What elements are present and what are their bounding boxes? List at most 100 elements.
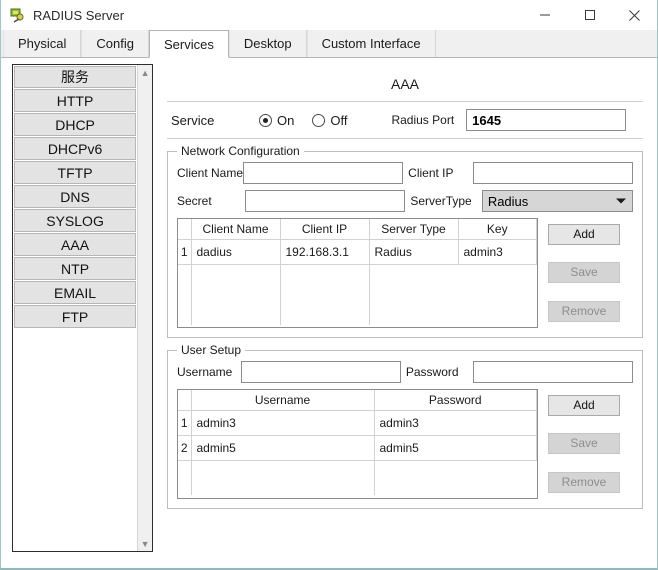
table-row[interactable]: 1 admin3 admin3 [178,411,537,436]
service-label: Service [167,113,259,128]
col-server-type: Server Type [369,219,458,240]
cell-password: admin5 [374,436,537,461]
aaa-panel: AAA Service On Off Radius Port Network C… [167,64,643,556]
user-setup-group: User Setup Username Password Us [167,350,643,509]
client-name-label: Client Name [177,166,243,180]
cell-empty [191,265,280,326]
col-username: Username [191,390,374,411]
row-index: 2 [178,436,191,461]
user-accounts-grid: Username Password 1 admin3 admin3 2 admi… [178,390,537,495]
server-type-value: Radius [488,194,528,209]
table-empty-row [178,461,537,496]
client-name-input[interactable] [243,162,403,184]
sidebar-item-dhcp[interactable]: DHCP [14,113,136,136]
row-index: 1 [178,411,191,436]
network-save-button[interactable]: Save [548,262,620,283]
user-table-buttons: Add Save Remove [548,389,620,493]
network-clients-grid: Client Name Client IP Server Type Key 1 … [178,219,537,325]
col-client-name: Client Name [191,219,280,240]
secret-label: Secret [177,194,245,208]
network-configuration-legend: Network Configuration [177,144,304,158]
service-on-option[interactable]: On [259,113,294,128]
client-ip-label: Client IP [408,166,473,180]
radius-port-input[interactable] [466,109,626,131]
password-label: Password [406,365,473,379]
window-controls [522,0,657,30]
radio-off-icon[interactable] [312,114,325,127]
sidebar-item-ntp[interactable]: NTP [14,257,136,280]
sidebar-scrollbar[interactable]: ▲ ▼ [137,65,152,551]
cell-empty [191,461,374,496]
user-add-button[interactable]: Add [548,395,620,416]
user-remove-button[interactable]: Remove [548,472,620,493]
service-off-option[interactable]: Off [312,113,347,128]
table-row[interactable]: 1 dadius 192.168.3.1 Radius admin3 [178,240,537,265]
radius-port-label: Radius Port [391,113,454,127]
services-list: 服务 HTTP DHCP DHCPv6 TFTP DNS SYSLOG AAA … [13,65,137,551]
cell-password: admin3 [374,411,537,436]
sidebar-item-dhcpv6[interactable]: DHCPv6 [14,137,136,160]
sidebar-item-http[interactable]: HTTP [14,89,136,112]
cell-client-name: dadius [191,240,280,265]
table-header-row: Client Name Client IP Server Type Key [178,219,537,240]
cell-username: admin3 [191,411,374,436]
service-on-label: On [277,113,294,128]
network-table-buttons: Add Save Remove [548,218,620,322]
network-remove-button[interactable]: Remove [548,301,620,322]
sidebar-item-ftp[interactable]: FTP [14,305,136,328]
network-clients-table[interactable]: Client Name Client IP Server Type Key 1 … [177,218,538,328]
cell-username: admin5 [191,436,374,461]
cell-key: admin3 [458,240,537,265]
col-password: Password [374,390,537,411]
server-type-label: ServerType [410,194,481,208]
user-accounts-table[interactable]: Username Password 1 admin3 admin3 2 admi… [177,389,538,499]
server-type-select[interactable]: Radius [482,190,633,212]
tab-desktop[interactable]: Desktop [229,30,307,57]
cell-client-ip: 192.168.3.1 [280,240,369,265]
password-input[interactable] [473,361,633,383]
chevron-down-icon[interactable]: ▼ [138,536,152,551]
row-index: 1 [178,240,191,265]
user-credentials-row: Username Password [177,361,633,383]
chevron-up-icon[interactable]: ▲ [138,65,152,80]
page-title: AAA [167,64,643,102]
secret-row: Secret ServerType Radius [177,190,633,212]
sidebar-item-tftp[interactable]: TFTP [14,161,136,184]
tab-custom-interface[interactable]: Custom Interface [307,30,436,57]
server-app-icon [8,6,26,24]
maximize-icon[interactable] [567,0,612,30]
window-title: RADIUS Server [33,8,124,23]
client-name-row: Client Name Client IP [177,162,633,184]
sidebar-item-email[interactable]: EMAIL [14,281,136,304]
services-list-header: 服务 [14,66,136,88]
table-row[interactable]: 2 admin5 admin5 [178,436,537,461]
row-index-empty [178,265,191,326]
radio-on-icon[interactable] [259,114,272,127]
network-add-button[interactable]: Add [548,224,620,245]
close-icon[interactable] [612,0,657,30]
user-save-button[interactable]: Save [548,433,620,454]
service-row: Service On Off Radius Port [167,102,643,139]
col-key: Key [458,219,537,240]
tab-services[interactable]: Services [149,30,229,58]
username-label: Username [177,365,241,379]
sidebar-item-dns[interactable]: DNS [14,185,136,208]
user-setup-legend: User Setup [177,343,245,357]
user-table-area: Username Password 1 admin3 admin3 2 admi… [177,389,633,499]
cell-empty [280,265,369,326]
chevron-down-icon[interactable] [616,199,626,204]
minimize-icon[interactable] [522,0,567,30]
table-empty-row [178,265,537,326]
radius-server-window: RADIUS Server Physical Config Services D… [0,0,658,570]
tab-physical[interactable]: Physical [3,30,81,57]
tab-config[interactable]: Config [81,30,149,57]
sidebar-item-aaa[interactable]: AAA [14,233,136,256]
sidebar-item-syslog[interactable]: SYSLOG [14,209,136,232]
username-input[interactable] [241,361,401,383]
tab-bar: Physical Config Services Desktop Custom … [1,30,657,58]
cell-empty [369,265,537,326]
cell-empty [374,461,537,496]
row-number-header [178,219,191,240]
client-ip-input[interactable] [473,162,633,184]
secret-input[interactable] [245,190,405,212]
